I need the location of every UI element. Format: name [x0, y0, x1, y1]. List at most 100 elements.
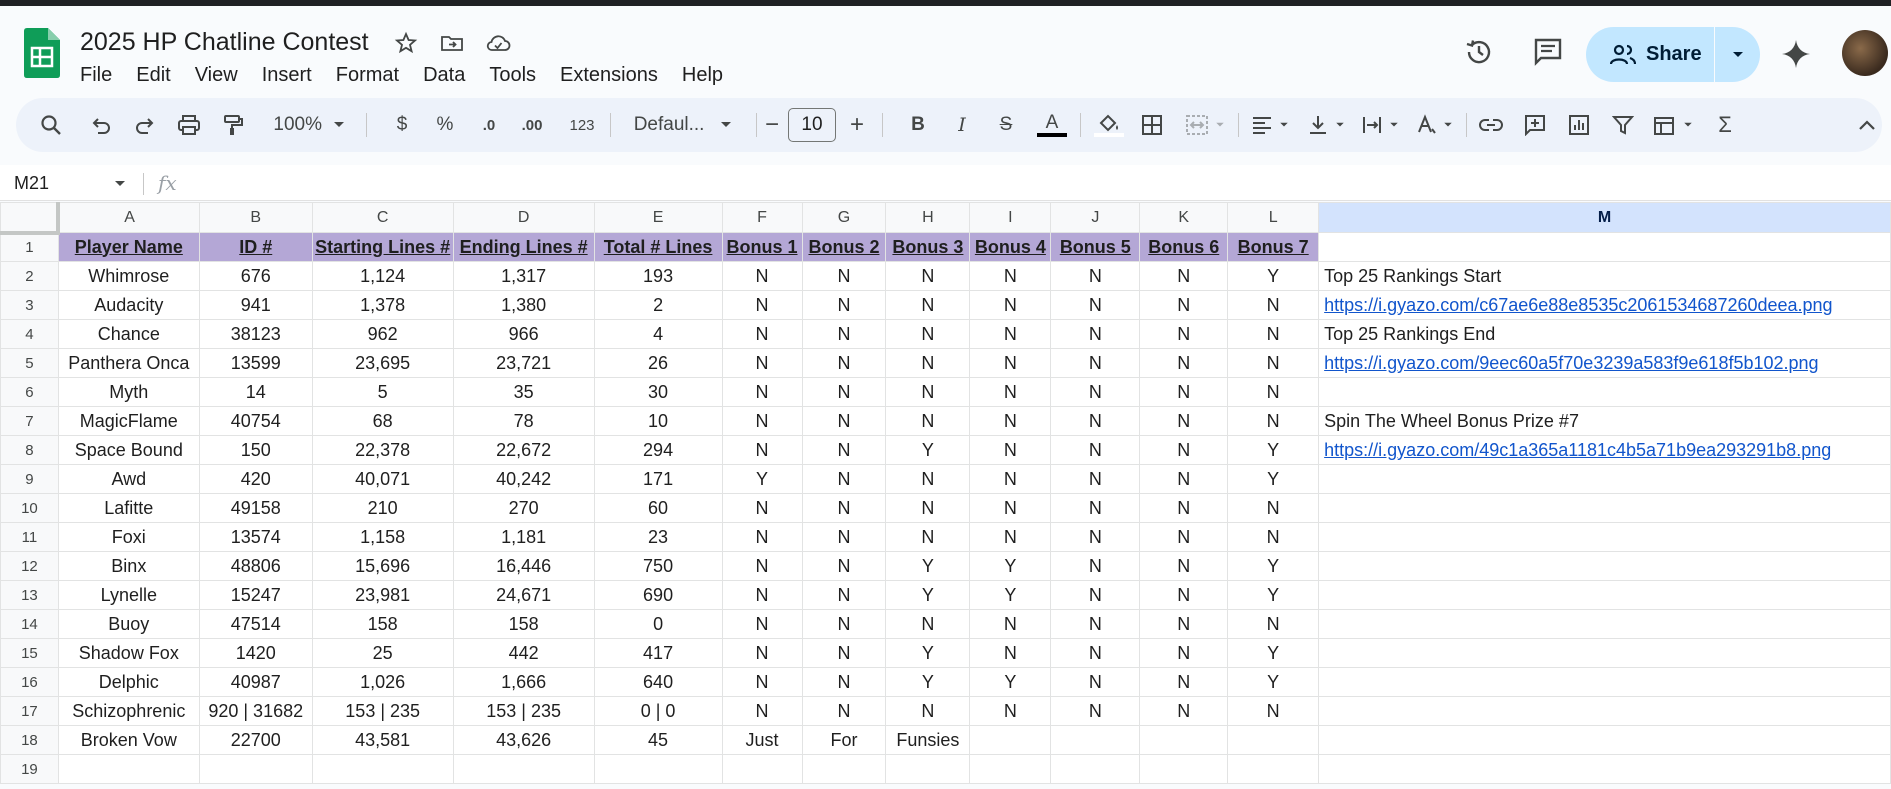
- cell[interactable]: Y: [1227, 580, 1320, 610]
- increase-decimal-button[interactable]: .00: [512, 98, 552, 152]
- menu-extensions[interactable]: Extensions: [548, 62, 670, 89]
- cell[interactable]: [1318, 609, 1891, 639]
- cell[interactable]: 40754: [198, 406, 313, 436]
- version-history-icon[interactable]: [1461, 34, 1497, 70]
- cell[interactable]: N: [721, 319, 803, 349]
- cell[interactable]: 35: [452, 377, 595, 407]
- cell[interactable]: N: [1139, 696, 1229, 726]
- cell[interactable]: Lynelle: [57, 580, 200, 610]
- cell[interactable]: N: [885, 522, 971, 552]
- cell[interactable]: 270: [452, 493, 595, 523]
- cell[interactable]: N: [801, 667, 887, 697]
- cell[interactable]: 676: [198, 261, 313, 291]
- cell[interactable]: 158: [311, 609, 454, 639]
- cell[interactable]: [1318, 580, 1891, 610]
- vertical-align-icon[interactable]: [1302, 98, 1350, 152]
- cell[interactable]: Y: [1227, 435, 1320, 465]
- cell[interactable]: Y: [969, 551, 1052, 581]
- cell[interactable]: N: [1050, 464, 1141, 494]
- cell[interactable]: 1,124: [311, 261, 454, 291]
- cell[interactable]: 38123: [198, 319, 313, 349]
- cell[interactable]: Top 25 Rankings Start: [1318, 261, 1891, 291]
- cell[interactable]: Y: [969, 580, 1052, 610]
- paint-format-icon[interactable]: [218, 98, 248, 152]
- cell[interactable]: N: [1050, 638, 1141, 668]
- cell[interactable]: N: [969, 493, 1052, 523]
- cell[interactable]: 1,317: [452, 261, 595, 291]
- increase-font-size-button[interactable]: +: [842, 98, 872, 152]
- cell[interactable]: N: [885, 261, 971, 291]
- row-header[interactable]: 3: [0, 290, 59, 320]
- cell[interactable]: 25: [311, 638, 454, 668]
- cell[interactable]: N: [721, 348, 803, 378]
- text-wrapping-icon[interactable]: [1356, 98, 1404, 152]
- column-header-k[interactable]: K: [1139, 202, 1229, 233]
- cell[interactable]: N: [885, 609, 971, 639]
- cell[interactable]: N: [801, 638, 887, 668]
- cell[interactable]: 150: [198, 435, 313, 465]
- cell[interactable]: Panthera Onca: [57, 348, 200, 378]
- header-cell[interactable]: Total # Lines: [593, 232, 723, 262]
- cell[interactable]: N: [969, 609, 1052, 639]
- cell[interactable]: [1050, 754, 1141, 784]
- cell[interactable]: Funsies: [885, 725, 971, 755]
- cell[interactable]: N: [1050, 377, 1141, 407]
- cell[interactable]: N: [969, 522, 1052, 552]
- more-formats-button[interactable]: 123: [562, 98, 602, 152]
- cell[interactable]: 420: [198, 464, 313, 494]
- cell[interactable]: Buoy: [57, 609, 200, 639]
- cell[interactable]: N: [1139, 609, 1229, 639]
- cell[interactable]: Foxi: [57, 522, 200, 552]
- cell[interactable]: N: [1227, 522, 1320, 552]
- cell[interactable]: [593, 754, 723, 784]
- cell[interactable]: Myth: [57, 377, 200, 407]
- cell[interactable]: [1227, 725, 1320, 755]
- cell[interactable]: N: [1050, 261, 1141, 291]
- cell[interactable]: 1,380: [452, 290, 595, 320]
- cell[interactable]: N: [885, 290, 971, 320]
- row-header[interactable]: 15: [0, 638, 59, 668]
- cell[interactable]: [1318, 377, 1891, 407]
- cell[interactable]: [1318, 696, 1891, 726]
- cell[interactable]: N: [969, 290, 1052, 320]
- zoom-select[interactable]: 100%: [264, 98, 354, 152]
- cell-link[interactable]: https://i.gyazo.com/49c1a365a1181c4b5a71…: [1318, 435, 1891, 465]
- cell[interactable]: 1,026: [311, 667, 454, 697]
- cell[interactable]: 23: [593, 522, 723, 552]
- row-header[interactable]: 2: [0, 261, 59, 291]
- cell[interactable]: 40,071: [311, 464, 454, 494]
- row-header[interactable]: 4: [0, 319, 59, 349]
- cell[interactable]: 68: [311, 406, 454, 436]
- cell[interactable]: N: [1227, 609, 1320, 639]
- cell[interactable]: N: [801, 377, 887, 407]
- cell[interactable]: N: [885, 464, 971, 494]
- cell[interactable]: 442: [452, 638, 595, 668]
- cell[interactable]: N: [801, 580, 887, 610]
- cell-link[interactable]: https://i.gyazo.com/c67ae6e88e8535c20615…: [1318, 290, 1891, 320]
- column-header-h[interactable]: H: [885, 202, 971, 233]
- text-rotation-icon[interactable]: [1410, 98, 1458, 152]
- cell[interactable]: N: [1050, 290, 1141, 320]
- cell[interactable]: N: [969, 377, 1052, 407]
- column-header-d[interactable]: D: [452, 202, 595, 233]
- cell[interactable]: [57, 754, 200, 784]
- cell[interactable]: N: [1139, 580, 1229, 610]
- name-box-dropdown-icon[interactable]: [114, 180, 126, 188]
- row-header[interactable]: 7: [0, 406, 59, 436]
- cell[interactable]: [1050, 725, 1141, 755]
- cell[interactable]: Chance: [57, 319, 200, 349]
- cell[interactable]: 49158: [198, 493, 313, 523]
- row-header[interactable]: 17: [0, 696, 59, 726]
- search-menus-icon[interactable]: [36, 98, 66, 152]
- name-box[interactable]: M21: [14, 173, 49, 194]
- gemini-sparkle-icon[interactable]: [1778, 36, 1814, 72]
- cell[interactable]: [1318, 667, 1891, 697]
- header-cell[interactable]: Bonus 4: [969, 232, 1052, 262]
- cell[interactable]: 24,671: [452, 580, 595, 610]
- cell[interactable]: [1318, 725, 1891, 755]
- cell[interactable]: 2: [593, 290, 723, 320]
- cell[interactable]: N: [885, 493, 971, 523]
- cell[interactable]: [1139, 754, 1229, 784]
- cell[interactable]: N: [1050, 348, 1141, 378]
- cell[interactable]: 45: [593, 725, 723, 755]
